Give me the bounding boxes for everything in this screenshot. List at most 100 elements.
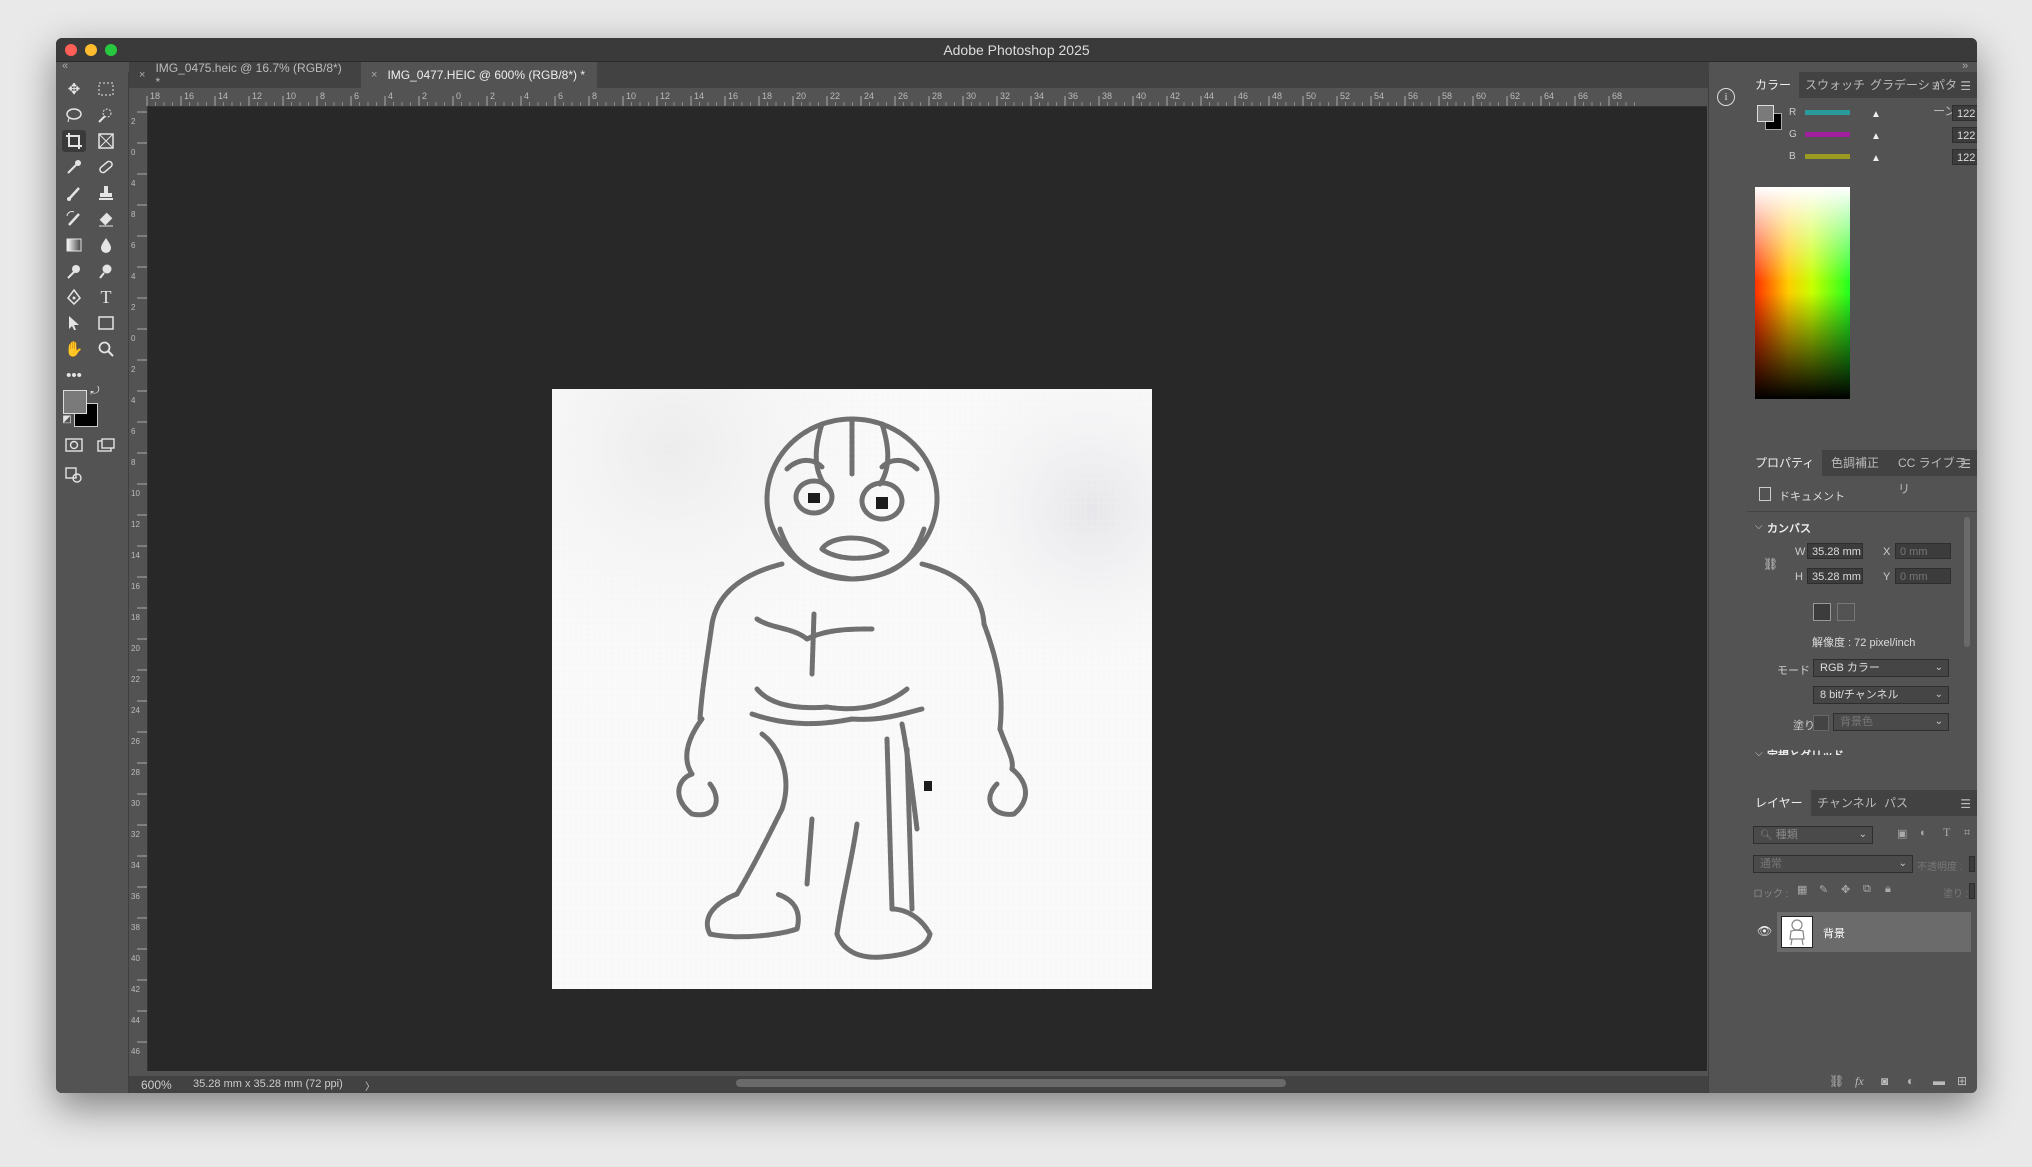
pen-tool-icon[interactable]	[62, 286, 86, 308]
channel-r-input[interactable]: 122	[1952, 105, 1977, 121]
new-group-icon[interactable]: ▬	[1933, 1074, 1945, 1088]
tab-channels[interactable]: チャンネル	[1809, 790, 1885, 816]
crop-tool-icon[interactable]	[62, 130, 86, 152]
foreground-color-swatch[interactable]	[63, 390, 87, 414]
fill-swatch[interactable]	[1813, 715, 1829, 731]
tab-layers[interactable]: レイヤー	[1747, 790, 1811, 816]
zoom-search-tool-icon[interactable]	[94, 260, 118, 282]
slider-thumb-icon[interactable]: ▲	[1871, 131, 1881, 142]
horizontal-ruler[interactable]: 18 16 14 12 10 8 6 4 2 0 2 4 6 8 10 12 14 16 18 20 22 24 26 28 3…	[129, 88, 1707, 107]
default-colors-icon[interactable]: ◩	[60, 412, 74, 426]
height-input[interactable]: 35.28 mm	[1807, 568, 1863, 584]
opacity-input[interactable]: 100%	[1969, 856, 1975, 872]
zoom-level[interactable]: 600%	[141, 1078, 172, 1092]
landscape-orientation-icon[interactable]	[1837, 603, 1855, 621]
slider-thumb-icon[interactable]: ▲	[1871, 153, 1881, 164]
rulers-grid-section-title[interactable]: 定規とグリッド	[1767, 747, 1844, 755]
panel-menu-icon[interactable]: ☰	[1960, 79, 1971, 93]
tab-close-icon[interactable]: ×	[371, 69, 377, 81]
dodge-tool-icon[interactable]	[62, 260, 86, 282]
quick-selection-tool-icon[interactable]	[94, 104, 118, 126]
filter-adjustment-icon[interactable]: ◐	[1920, 827, 1927, 839]
blend-mode-select[interactable]: 通常 ⌄	[1753, 855, 1913, 873]
vertical-ruler[interactable]: 2 0 4 8 6 4 2 0 2 4 6 8 10 12 14 16 18 20 22 24 26 28 30 32 34 36…	[129, 106, 148, 1071]
channel-g-slider[interactable]	[1805, 132, 1850, 137]
lock-image-icon[interactable]: ✎	[1819, 883, 1828, 896]
rectangle-tool-icon[interactable]	[94, 312, 118, 334]
new-layer-icon[interactable]: ⊞	[1957, 1074, 1967, 1088]
tab-properties[interactable]: プロパティ	[1747, 450, 1823, 476]
edit-toolbar-icon[interactable]	[62, 464, 86, 486]
filter-shape-icon[interactable]: ⌗	[1964, 827, 1970, 840]
document-size-info[interactable]: 35.28 mm x 35.28 mm (72 ppi)	[193, 1078, 343, 1090]
fill-select[interactable]: 背景色 ⌄	[1833, 713, 1949, 731]
y-input[interactable]: 0 mm	[1895, 568, 1951, 584]
tab-img-0475[interactable]: × IMG_0475.heic @ 16.7% (RGB/8*) *	[129, 61, 359, 89]
swap-colors-icon[interactable]: ⤾	[88, 384, 102, 398]
tab-color[interactable]: カラー	[1747, 72, 1800, 98]
slider-thumb-icon[interactable]: ▲	[1871, 109, 1881, 120]
filter-pixel-icon[interactable]: ▣	[1897, 827, 1907, 840]
properties-scrollbar[interactable]	[1964, 517, 1970, 647]
chevron-down-icon[interactable]: ⌵	[1755, 521, 1763, 532]
color-fg-swatch[interactable]	[1757, 105, 1774, 122]
quick-mask-icon[interactable]	[62, 434, 86, 456]
type-tool-icon[interactable]: T	[94, 286, 118, 308]
channel-r-slider[interactable]	[1805, 110, 1850, 115]
link-layers-icon[interactable]: ⛓	[1829, 1074, 1844, 1088]
color-spectrum-picker[interactable]	[1755, 187, 1850, 399]
horizontal-scrollbar[interactable]	[736, 1079, 1286, 1087]
marquee-tool-icon[interactable]	[94, 78, 118, 100]
bit-depth-select[interactable]: 8 bit/チャンネル ⌄	[1813, 686, 1949, 704]
zoom-tool-icon[interactable]	[94, 338, 118, 360]
tab-paths[interactable]: パス	[1876, 790, 1916, 816]
add-mask-icon[interactable]: ◙	[1881, 1074, 1888, 1088]
canvas-area[interactable]	[148, 107, 1733, 1071]
healing-brush-tool-icon[interactable]	[94, 156, 118, 178]
tab-close-icon[interactable]: ×	[139, 69, 145, 81]
layer-name[interactable]: 背景	[1823, 925, 1845, 941]
eraser-tool-icon[interactable]	[94, 208, 118, 230]
hand-tool-icon[interactable]: ✋	[62, 338, 86, 360]
eyedropper-tool-icon[interactable]	[62, 156, 86, 178]
lock-artboard-icon[interactable]: ⧉	[1863, 883, 1871, 896]
more-tools-icon[interactable]: •••	[62, 364, 86, 386]
lasso-tool-icon[interactable]	[62, 104, 86, 126]
layer-filter-select[interactable]: 🔍︎ 種類 ⌄	[1753, 826, 1873, 844]
panel-menu-icon[interactable]: ☰	[1960, 797, 1971, 811]
channel-g-input[interactable]: 122	[1952, 127, 1977, 143]
collapse-toolbar-icon[interactable]: «	[62, 60, 68, 72]
color-mode-select[interactable]: RGB カラー ⌄	[1813, 659, 1949, 677]
fill-opacity-input[interactable]: 100%	[1969, 883, 1975, 899]
info-icon[interactable]: i	[1717, 88, 1735, 106]
screen-mode-icon[interactable]	[94, 434, 118, 456]
tab-img-0477[interactable]: × IMG_0477.HEIC @ 600% (RGB/8*) *	[361, 62, 597, 88]
x-input[interactable]: 0 mm	[1895, 543, 1951, 559]
document-canvas[interactable]	[552, 389, 1152, 989]
portrait-orientation-icon[interactable]	[1813, 603, 1831, 621]
new-adjustment-layer-icon[interactable]: ◐	[1907, 1074, 1914, 1088]
frame-tool-icon[interactable]	[94, 130, 118, 152]
move-tool-icon[interactable]: ✥	[62, 78, 86, 100]
expand-dock-icon[interactable]: »	[1962, 60, 1968, 72]
path-selection-tool-icon[interactable]	[62, 312, 86, 334]
visibility-eye-icon[interactable]: 👁︎	[1757, 924, 1772, 938]
channel-b-slider[interactable]	[1805, 154, 1850, 159]
blur-tool-icon[interactable]	[94, 234, 118, 256]
gradient-tool-icon[interactable]	[62, 234, 86, 256]
width-input[interactable]: 35.28 mm	[1807, 543, 1863, 559]
chevron-down-icon[interactable]: ⌵	[1755, 748, 1763, 759]
filter-type-icon[interactable]: T	[1943, 825, 1950, 840]
tab-adjustments[interactable]: 色調補正	[1823, 450, 1887, 476]
fx-icon[interactable]: fx	[1855, 1074, 1864, 1089]
brush-tool-icon[interactable]	[62, 182, 86, 204]
lock-position-icon[interactable]: ✥	[1841, 883, 1850, 896]
lock-all-icon[interactable]: 🔒︎	[1885, 883, 1891, 896]
channel-b-input[interactable]: 122	[1952, 149, 1977, 165]
lock-transparent-icon[interactable]: ▦	[1797, 883, 1807, 896]
status-menu-arrow-icon[interactable]: 〉	[365, 1078, 375, 1093]
clone-stamp-tool-icon[interactable]	[94, 182, 118, 204]
panel-menu-icon[interactable]: ☰	[1960, 457, 1971, 471]
canvas-section-title[interactable]: カンバス	[1767, 520, 1811, 536]
link-dimensions-icon[interactable]: ⛓	[1763, 557, 1778, 571]
